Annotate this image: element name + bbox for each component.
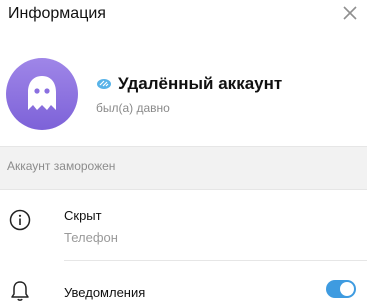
toggle-knob — [340, 282, 354, 296]
notifications-toggle[interactable] — [326, 280, 356, 298]
phone-label: Телефон — [64, 230, 118, 245]
phone-info-row[interactable]: Скрыт Телефон — [0, 196, 367, 256]
last-seen-status: был(а) давно — [96, 101, 170, 115]
notifications-label: Уведомления — [64, 285, 146, 300]
verified-badge-icon — [96, 76, 112, 92]
frozen-banner: Аккаунт заморожен — [0, 146, 367, 190]
close-icon[interactable] — [341, 4, 359, 22]
frozen-text: Аккаунт заморожен — [7, 159, 116, 173]
avatar[interactable] — [6, 58, 78, 130]
phone-value: Скрыт — [64, 208, 102, 223]
ghost-icon — [28, 76, 56, 110]
info-panel: Информация Удалённый аккаунт был(а) давн… — [0, 0, 367, 307]
notifications-row[interactable]: Уведомления — [0, 272, 367, 307]
name-row: Удалённый аккаунт — [96, 74, 282, 94]
panel-title: Информация — [8, 5, 106, 22]
panel-header: Информация — [0, 0, 367, 30]
profile-section: Удалённый аккаунт был(а) давно — [0, 50, 367, 140]
profile-name: Удалённый аккаунт — [118, 74, 283, 93]
info-icon — [9, 209, 31, 236]
bell-icon — [10, 280, 30, 307]
divider — [64, 260, 367, 261]
